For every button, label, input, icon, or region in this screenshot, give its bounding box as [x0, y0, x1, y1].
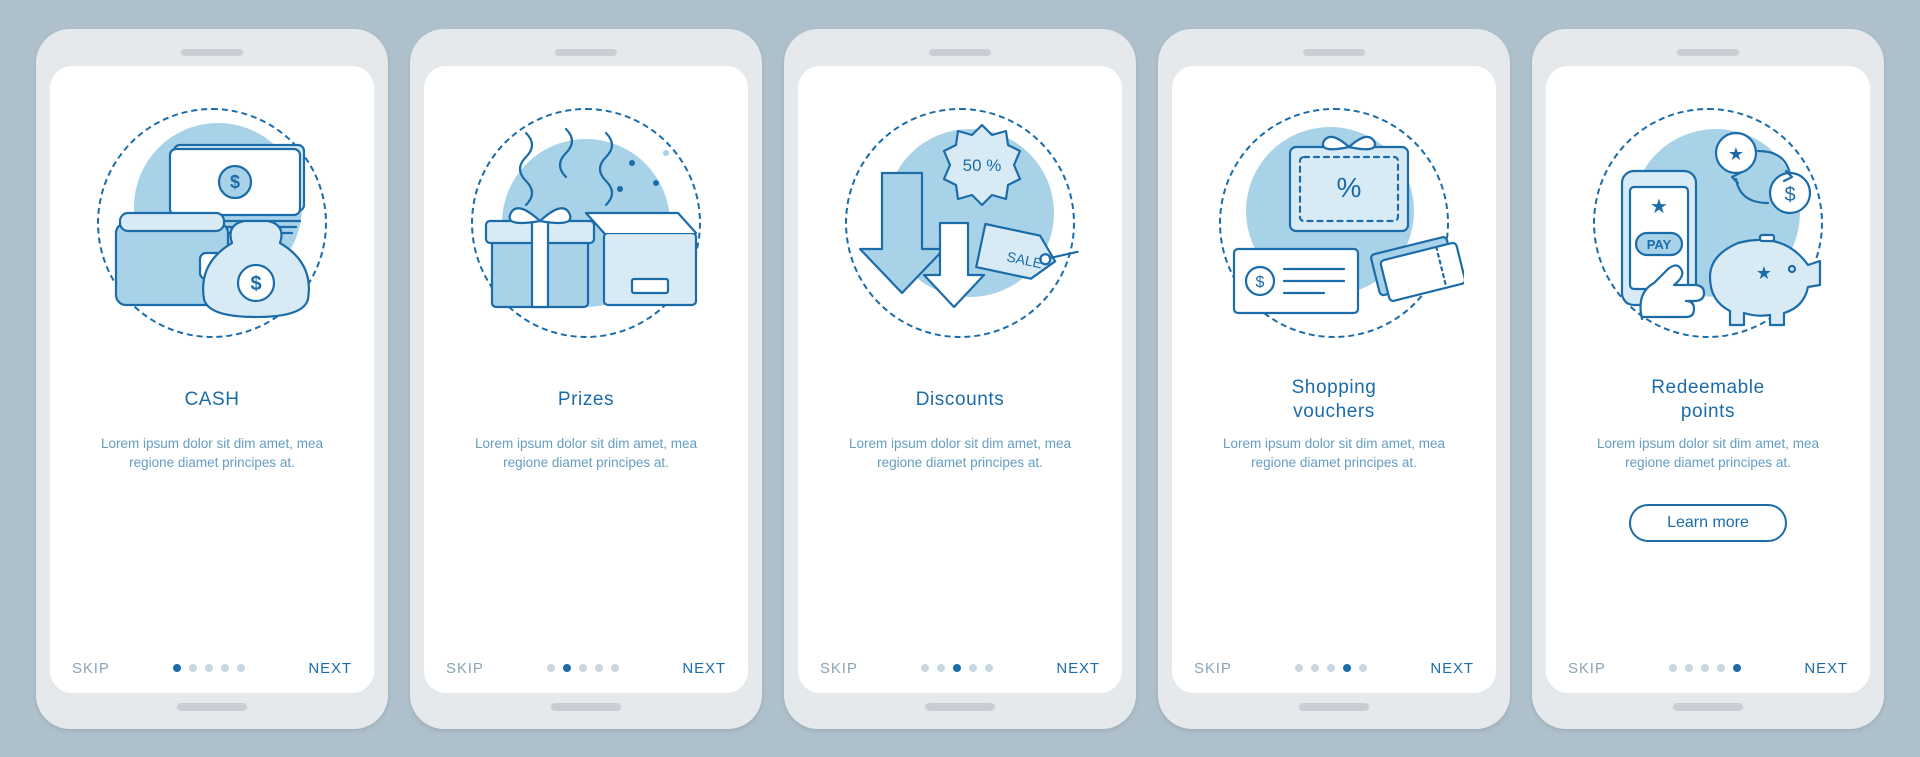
learn-more-button[interactable]: Learn more [1629, 504, 1787, 542]
dot[interactable] [1359, 664, 1367, 672]
home-indicator [551, 703, 621, 711]
discount-percent-text: 50 % [963, 156, 1002, 175]
next-button[interactable]: NEXT [308, 660, 352, 677]
svg-text:$: $ [230, 172, 240, 192]
dot[interactable] [237, 664, 245, 672]
speaker-bar [929, 49, 991, 56]
dot[interactable] [937, 664, 945, 672]
svg-text:★: ★ [1756, 263, 1772, 283]
dot[interactable] [173, 664, 181, 672]
dot[interactable] [611, 664, 619, 672]
speaker-bar [181, 49, 243, 56]
phone-frame: $ $ CASH Lorem ipsum dolor sit dim amet, [36, 29, 388, 729]
onboarding-screen-cash: $ $ CASH Lorem ipsum dolor sit dim amet, [50, 66, 374, 693]
page-dots [484, 664, 683, 672]
speaker-bar [555, 49, 617, 56]
page-dots [1232, 664, 1431, 672]
skip-button[interactable]: SKIP [446, 660, 484, 677]
skip-button[interactable]: SKIP [1568, 660, 1606, 677]
nav-bar: SKIP NEXT [72, 660, 352, 677]
illustration-prizes [451, 88, 721, 358]
nav-bar: SKIP NEXT [1194, 660, 1474, 677]
page-dots [110, 664, 309, 672]
onboarding-screen-points: ★ $ ★ PAY [1546, 66, 1870, 693]
phone-frame: Prizes Lorem ipsum dolor sit dim amet, m… [410, 29, 762, 729]
cash-icon: $ $ [82, 93, 342, 353]
phone-frame: ★ $ ★ PAY [1532, 29, 1884, 729]
dot[interactable] [1343, 664, 1351, 672]
dot[interactable] [953, 664, 961, 672]
nav-bar: SKIP NEXT [446, 660, 726, 677]
dot[interactable] [1733, 664, 1741, 672]
skip-button[interactable]: SKIP [72, 660, 110, 677]
svg-text:★: ★ [1728, 144, 1744, 164]
phone-frame: 50 % SALE Discounts Lorem ipsum dolor si… [784, 29, 1136, 729]
dot[interactable] [1717, 664, 1725, 672]
dot[interactable] [1669, 664, 1677, 672]
speaker-bar [1677, 49, 1739, 56]
page-dots [858, 664, 1057, 672]
speaker-bar [1303, 49, 1365, 56]
onboarding-screen-prizes: Prizes Lorem ipsum dolor sit dim amet, m… [424, 66, 748, 693]
skip-button[interactable]: SKIP [820, 660, 858, 677]
screen-description: Lorem ipsum dolor sit dim amet, mea regi… [72, 434, 352, 498]
svg-text:$: $ [1256, 274, 1265, 291]
dot[interactable] [921, 664, 929, 672]
home-indicator [177, 703, 247, 711]
points-icon: ★ $ ★ PAY [1578, 93, 1838, 353]
dot[interactable] [1295, 664, 1303, 672]
svg-text:%: % [1337, 172, 1362, 203]
dot[interactable] [595, 664, 603, 672]
prizes-icon [456, 93, 716, 353]
illustration-vouchers: % $ [1199, 88, 1469, 358]
onboarding-screen-vouchers: % $ S [1172, 66, 1496, 693]
next-button[interactable]: NEXT [1804, 660, 1848, 677]
dot[interactable] [1685, 664, 1693, 672]
svg-text:$: $ [250, 273, 261, 295]
svg-text:$: $ [1784, 184, 1795, 206]
screen-title: Redeemable points [1651, 376, 1764, 424]
dot[interactable] [1311, 664, 1319, 672]
illustration-points: ★ $ ★ PAY [1573, 88, 1843, 358]
dot[interactable] [547, 664, 555, 672]
dot[interactable] [579, 664, 587, 672]
screen-title: Prizes [558, 376, 614, 424]
dot[interactable] [985, 664, 993, 672]
page-dots [1606, 664, 1805, 672]
screen-title: Shopping vouchers [1292, 376, 1377, 424]
next-button[interactable]: NEXT [1056, 660, 1100, 677]
nav-bar: SKIP NEXT [820, 660, 1100, 677]
next-button[interactable]: NEXT [682, 660, 726, 677]
screen-title: Discounts [916, 376, 1005, 424]
pay-text: PAY [1647, 237, 1672, 252]
screen-description: Lorem ipsum dolor sit dim amet, mea regi… [446, 434, 726, 498]
illustration-discounts: 50 % SALE [825, 88, 1095, 358]
illustration-cash: $ $ [77, 88, 347, 358]
dot[interactable] [1327, 664, 1335, 672]
phone-frame: % $ S [1158, 29, 1510, 729]
home-indicator [1299, 703, 1369, 711]
screen-description: Lorem ipsum dolor sit dim amet, mea regi… [1194, 434, 1474, 498]
home-indicator [925, 703, 995, 711]
dot[interactable] [205, 664, 213, 672]
skip-button[interactable]: SKIP [1194, 660, 1232, 677]
discounts-icon: 50 % SALE [830, 93, 1090, 353]
screen-description: Lorem ipsum dolor sit dim amet, mea regi… [820, 434, 1100, 498]
dot[interactable] [1701, 664, 1709, 672]
screen-title: CASH [184, 376, 239, 424]
screen-description: Lorem ipsum dolor sit dim amet, mea regi… [1568, 434, 1848, 498]
dot[interactable] [221, 664, 229, 672]
dot[interactable] [189, 664, 197, 672]
vouchers-icon: % $ [1204, 93, 1464, 353]
dot[interactable] [563, 664, 571, 672]
dot[interactable] [969, 664, 977, 672]
home-indicator [1673, 703, 1743, 711]
nav-bar: SKIP NEXT [1568, 660, 1848, 677]
onboarding-screen-discounts: 50 % SALE Discounts Lorem ipsum dolor si… [798, 66, 1122, 693]
svg-text:★: ★ [1650, 196, 1668, 218]
next-button[interactable]: NEXT [1430, 660, 1474, 677]
